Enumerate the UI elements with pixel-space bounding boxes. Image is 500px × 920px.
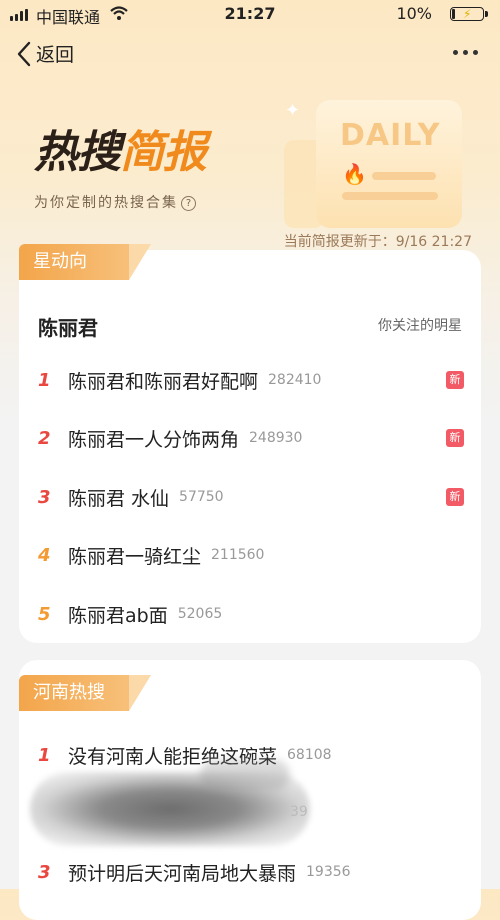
hot-item[interactable]: 5 陈丽君ab面 52065 — [38, 594, 464, 634]
status-bar: 中国联通 21:27 10% ⚡ — [0, 0, 500, 28]
hot-item[interactable]: 1 陈丽君和陈丽君好配啊 282410 新 — [38, 360, 464, 400]
hot-title: 陈丽君和陈丽君好配啊 — [68, 370, 259, 393]
hot-item[interactable]: 3 预计明后天河南局地大暴雨 19356 — [38, 852, 464, 892]
hot-title: 陈丽君ab面 — [68, 604, 168, 627]
subtitle-text: 为你定制的热搜合集 — [34, 195, 178, 211]
hot-count: 211560 — [211, 547, 265, 563]
decor-line — [342, 192, 438, 200]
page-title: 热搜简报 — [34, 116, 207, 180]
battery-icon: ⚡ — [450, 7, 484, 21]
new-badge: 新 — [446, 371, 464, 389]
battery-percent: 10% — [396, 4, 432, 23]
more-button[interactable] — [453, 50, 478, 55]
follow-note: 你关注的明星 — [378, 318, 462, 334]
hot-title: 预计明后天河南局地大暴雨 — [68, 862, 297, 885]
daily-illustration: DAILY 🔥 — [316, 100, 462, 228]
hot-count: 248930 — [249, 430, 303, 446]
rank-number: 2 — [38, 427, 51, 449]
more-dot-icon — [463, 50, 468, 55]
hot-count: 68108 — [287, 747, 332, 763]
hot-count: 39 — [290, 804, 308, 820]
page-subtitle: 为你定制的热搜合集? — [34, 192, 196, 212]
new-badge: 新 — [446, 429, 464, 447]
chevron-left-icon — [17, 41, 31, 66]
more-dot-icon — [473, 50, 478, 55]
daily-label: DAILY — [340, 118, 441, 153]
sparkle-icon: ✦ — [285, 100, 301, 121]
flame-icon: 🔥 — [342, 162, 367, 186]
rank-number: 1 — [38, 744, 51, 766]
rank-number: 5 — [38, 603, 51, 625]
hot-item[interactable]: 2 陈丽君一人分饰两角 248930 新 — [38, 418, 464, 458]
hot-count: 57750 — [179, 489, 224, 505]
hot-title: 陈丽君一骑红尘 — [68, 545, 202, 568]
update-time: 当前简报更新于：9/16 21:27 — [283, 234, 472, 250]
rank-number: 1 — [38, 369, 51, 391]
rank-number: 3 — [38, 486, 51, 508]
section-tag: 河南热搜 — [19, 675, 151, 711]
hot-count: 19356 — [306, 864, 351, 880]
hot-title: 陈丽君一人分饰两角 — [68, 428, 240, 451]
redaction-blur — [200, 760, 290, 790]
hot-item[interactable]: 4 陈丽君一骑红尘 211560 — [38, 535, 464, 575]
rank-number: 3 — [38, 861, 51, 883]
help-icon[interactable]: ? — [181, 195, 196, 211]
back-label: 返回 — [36, 44, 75, 66]
hot-item[interactable]: 3 陈丽君 水仙 57750 新 — [38, 477, 464, 517]
more-dot-icon — [453, 50, 458, 55]
star-name[interactable]: 陈丽君 — [38, 312, 98, 341]
hot-count: 282410 — [268, 372, 322, 388]
decor-line — [372, 172, 436, 180]
back-button[interactable]: 返回 — [16, 40, 74, 67]
new-badge: 新 — [446, 488, 464, 506]
battery-tip — [485, 11, 488, 17]
title-part1: 热搜 — [34, 127, 121, 178]
title-part2: 简报 — [120, 127, 207, 178]
hot-count: 52065 — [177, 606, 223, 622]
rank-number: 4 — [38, 544, 51, 566]
hot-title: 陈丽君 水仙 — [68, 487, 170, 510]
section-tag: 星动向 — [19, 244, 151, 280]
